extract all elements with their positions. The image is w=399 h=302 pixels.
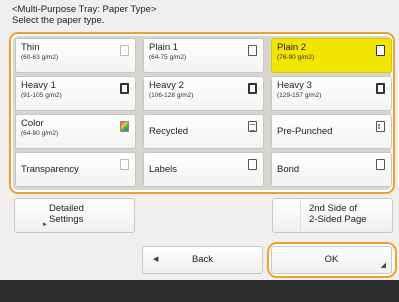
second-side-icon-area (273, 199, 301, 232)
paper-type-weight: (60-63 g/m2) (21, 54, 59, 61)
ok-label: OK (324, 254, 339, 265)
back-button[interactable]: ◀ Back (142, 246, 263, 274)
paper-type-plain-1[interactable]: Plain 1 (64-75 g/m2) (143, 38, 264, 73)
paper-type-name: Bond (277, 164, 300, 175)
screen-header: <Multi-Purpose Tray: Paper Type> Select … (12, 4, 157, 26)
paper-type-name: Heavy 3 (277, 80, 312, 91)
ok-button[interactable]: OK ◢ (271, 246, 392, 274)
detailed-settings-button[interactable]: Detailed Settings ► (14, 198, 135, 233)
heavy-paper-icon (376, 83, 385, 94)
paper-type-weight: (91-105 g/m2) (21, 92, 62, 99)
paper-type-name: Heavy 1 (21, 80, 56, 91)
paper-type-name: Heavy 2 (149, 80, 184, 91)
paper-type-bond[interactable]: Bond (271, 152, 392, 187)
corner-arrow-icon: ◢ (380, 262, 386, 269)
paper-type-name: Recycled (149, 126, 189, 137)
paper-type-heavy-2[interactable]: Heavy 2 (106-128 g/m2) (143, 76, 264, 111)
second-side-button[interactable]: 2nd Side of 2-Sided Page (272, 198, 393, 233)
paper-type-name: Plain 2 (277, 42, 307, 53)
paper-type-heavy-1[interactable]: Heavy 1 (91-105 g/m2) (15, 76, 136, 111)
screen-title: <Multi-Purpose Tray: Paper Type> (12, 4, 157, 15)
heavy-paper-icon (248, 83, 257, 94)
paper-type-color[interactable]: Color (64-80 g/m2) (15, 114, 136, 149)
paper-icon (120, 45, 129, 56)
paper-type-weight: (64-80 g/m2) (21, 130, 59, 137)
paper-type-name: Plain 1 (149, 42, 179, 53)
detailed-settings-label-line1: Detailed (49, 203, 84, 214)
paper-type-name: Labels (149, 164, 177, 175)
paper-type-name: Pre-Punched (277, 126, 333, 137)
paper-type-pre-punched[interactable]: Pre-Punched (271, 114, 392, 149)
bond-paper-icon (376, 159, 385, 170)
labels-icon (248, 159, 257, 170)
back-arrow-icon: ◀ (153, 256, 159, 263)
paper-icon (376, 45, 385, 56)
paper-type-name: Transparency (21, 164, 79, 175)
screen-instruction: Select the paper type. (12, 15, 105, 26)
paper-type-weight: (129-157 g/m2) (277, 92, 322, 99)
transparency-icon (120, 159, 129, 170)
expand-arrow-icon: ► (42, 222, 48, 228)
detailed-settings-label-line2: Settings (49, 214, 84, 225)
paper-type-name: Thin (21, 42, 40, 53)
footer-bar (0, 280, 399, 302)
paper-type-weight: (76-90 g/m2) (277, 54, 315, 61)
paper-type-thin[interactable]: Thin (60-63 g/m2) (15, 38, 136, 73)
punched-paper-icon (376, 121, 385, 132)
paper-type-plain-2[interactable]: Plain 2 (76-90 g/m2) (271, 38, 392, 73)
paper-type-labels[interactable]: Labels (143, 152, 264, 187)
paper-type-heavy-3[interactable]: Heavy 3 (129-157 g/m2) (271, 76, 392, 111)
back-label: Back (191, 254, 214, 265)
paper-type-name: Color (21, 118, 44, 129)
paper-type-weight: (64-75 g/m2) (149, 54, 187, 61)
paper-type-recycled[interactable]: Recycled (143, 114, 264, 149)
paper-type-weight: (106-128 g/m2) (149, 92, 194, 99)
color-paper-icon (120, 121, 129, 132)
recycled-paper-icon (248, 121, 257, 132)
paper-icon (248, 45, 257, 56)
paper-type-transparency[interactable]: Transparency (15, 152, 136, 187)
second-side-label-line2: 2-Sided Page (309, 214, 367, 225)
second-side-label-line1: 2nd Side of (309, 203, 358, 214)
heavy-paper-icon (120, 83, 129, 94)
